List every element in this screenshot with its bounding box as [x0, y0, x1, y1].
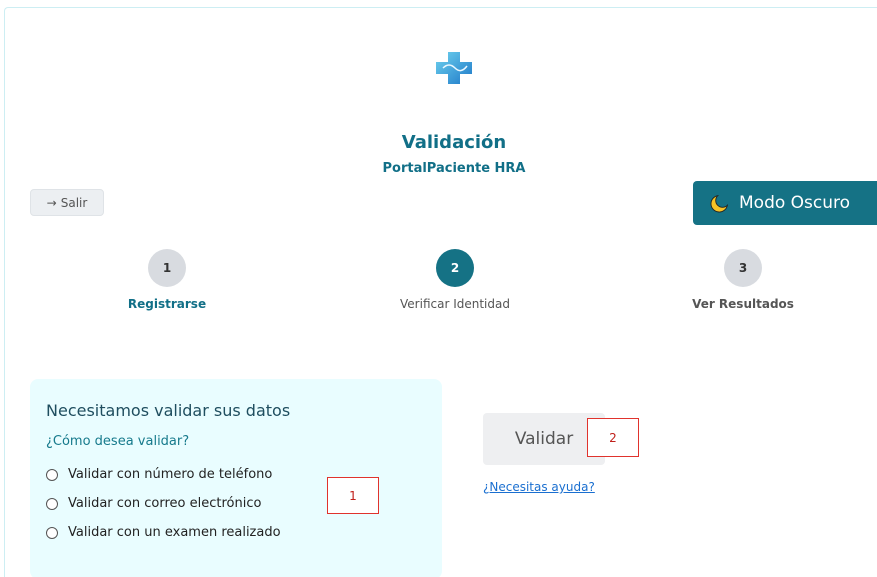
dark-mode-button[interactable]: Modo Oscuro [693, 181, 877, 225]
option-label: Validar con correo electrónico [68, 496, 262, 511]
validation-card: Necesitamos validar sus datos ¿Cómo dese… [30, 379, 442, 577]
option-exam[interactable]: Validar con un examen realizado [46, 525, 426, 540]
page-subtitle: PortalPaciente HRA [382, 161, 526, 176]
option-label: Validar con número de teléfono [68, 467, 273, 482]
radio-button[interactable] [46, 497, 58, 510]
step-label: Registrarse [127, 297, 207, 311]
card-question: ¿Cómo desea validar? [46, 434, 190, 449]
radio-button[interactable] [46, 468, 58, 481]
step-label: Ver Resultados [692, 297, 794, 311]
step-number: 2 [436, 249, 474, 287]
page-title: Validación [401, 132, 507, 153]
card-title: Necesitamos validar sus datos [46, 401, 291, 420]
arrow-right-icon: → [46, 195, 57, 210]
help-link[interactable]: ¿Necesitas ayuda? [483, 480, 595, 494]
step-number: 3 [724, 249, 762, 287]
step-label: Verificar Identidad [400, 297, 510, 311]
annotation-box-1: 1 [327, 477, 379, 514]
step-register[interactable]: 1 Registrarse [87, 249, 247, 311]
dark-mode-label: Modo Oscuro [739, 193, 851, 213]
option-label: Validar con un examen realizado [68, 525, 281, 540]
moon-icon [710, 194, 729, 213]
radio-button[interactable] [46, 526, 58, 539]
medical-cross-logo [436, 52, 472, 84]
exit-button[interactable]: → Salir [30, 189, 104, 216]
step-view-results[interactable]: 3 Ver Resultados [663, 249, 823, 311]
step-number: 1 [148, 249, 186, 287]
step-verify-identity[interactable]: 2 Verificar Identidad [375, 249, 535, 311]
annotation-box-2: 2 [587, 418, 639, 457]
exit-label: Salir [60, 195, 88, 210]
